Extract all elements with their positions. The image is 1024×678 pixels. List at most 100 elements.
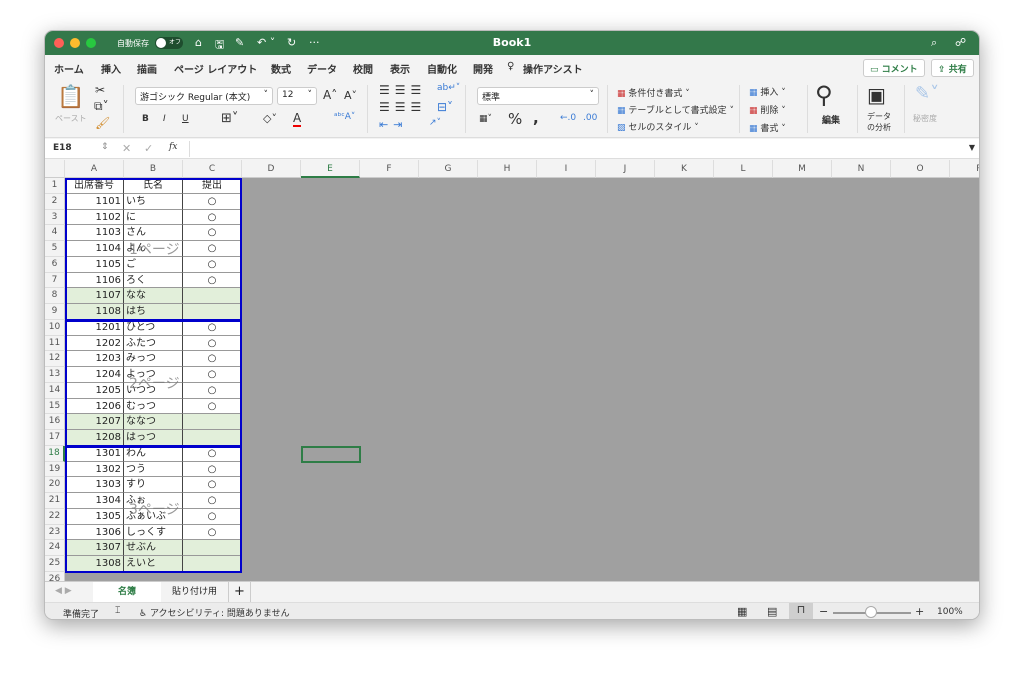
active-cell-e18[interactable] (301, 445, 361, 463)
table-cell[interactable]: よん (124, 241, 183, 257)
column-header[interactable]: P (950, 160, 979, 178)
table-cell[interactable]: 1308 (65, 556, 124, 572)
table-cell[interactable]: ○ (183, 508, 242, 525)
name-box-stepper[interactable]: ⇕ (101, 142, 109, 152)
row-header[interactable]: 11 (45, 335, 65, 352)
table-cell[interactable]: ○ (183, 319, 242, 336)
row-header[interactable]: 8 (45, 288, 65, 305)
table-cell[interactable]: ふぉ (124, 493, 183, 509)
table-cell[interactable]: ひとつ (124, 319, 183, 336)
row-header[interactable]: 7 (45, 272, 65, 289)
table-cell[interactable]: 1104 (65, 241, 124, 257)
header-cell[interactable]: 提出 (183, 178, 242, 194)
table-cell[interactable]: えいと (124, 556, 183, 572)
table-cell[interactable]: いつつ (124, 382, 183, 399)
tab-review[interactable]: 校閲 (353, 61, 373, 76)
column-header[interactable]: B (124, 160, 183, 178)
table-cell[interactable]: 1202 (65, 335, 124, 352)
indent-icons[interactable]: ⇤⇥ (379, 118, 407, 131)
row-header[interactable]: 21 (45, 493, 65, 509)
table-cell[interactable] (183, 304, 242, 320)
decrease-decimal-icon[interactable]: .00 (583, 113, 597, 123)
italic-button[interactable]: I (163, 114, 166, 124)
share-button[interactable]: ⇪ 共有 (931, 59, 974, 77)
row-header[interactable]: 16 (45, 414, 65, 431)
number-format-select[interactable]: 標準 ˅ (477, 87, 599, 105)
analyze-data-icon[interactable]: ▣ (867, 83, 886, 107)
increase-decimal-icon[interactable]: ←.0 (560, 113, 576, 123)
table-cell[interactable]: 1301 (65, 445, 124, 462)
edit-label[interactable]: 編集 (822, 113, 840, 126)
table-cell[interactable]: ○ (183, 209, 242, 226)
zoom-out-button[interactable]: − (819, 605, 828, 618)
enter-icon[interactable]: ✓ (144, 142, 153, 155)
zoom-in-button[interactable]: + (915, 605, 924, 618)
tab-automate[interactable]: 自動化 (427, 61, 457, 76)
row-header[interactable]: 10 (45, 319, 65, 336)
table-cell[interactable] (183, 556, 242, 572)
sheet-tab-meibo[interactable]: 名簿 (93, 582, 161, 602)
tab-page-layout[interactable]: ページ レイアウト (174, 61, 257, 76)
table-cell[interactable]: ふぁいぶ (124, 508, 183, 525)
table-cell[interactable]: 1304 (65, 493, 124, 509)
row-header[interactable]: 24 (45, 540, 65, 557)
page-layout-view-icon[interactable]: ▤ (767, 605, 777, 618)
tab-draw[interactable]: 描画 (137, 61, 157, 76)
table-cell[interactable]: 1105 (65, 256, 124, 273)
tell-me[interactable]: 操作アシスト (523, 61, 583, 76)
zoom-level[interactable]: 100% (937, 607, 963, 617)
row-header[interactable]: 1 (45, 178, 65, 194)
table-cell[interactable]: ○ (183, 398, 242, 415)
fill-color-icon[interactable]: ◇˅ (263, 112, 277, 125)
row-header[interactable]: 3 (45, 209, 65, 226)
table-cell[interactable]: むっつ (124, 398, 183, 415)
accessibility-button[interactable]: ♿ アクセシビリティ: 問題ありません (139, 606, 290, 619)
row-header[interactable]: 5 (45, 241, 65, 257)
table-cell[interactable]: 1302 (65, 461, 124, 478)
table-cell[interactable]: 1101 (65, 193, 124, 210)
tab-view[interactable]: 表示 (390, 61, 410, 76)
table-cell[interactable]: 1107 (65, 288, 124, 305)
table-cell[interactable]: なな (124, 288, 183, 305)
table-cell[interactable]: よっつ (124, 367, 183, 383)
table-cell[interactable]: 1207 (65, 414, 124, 431)
table-cell[interactable]: ○ (183, 382, 242, 399)
table-cell[interactable]: わん (124, 445, 183, 462)
row-header[interactable]: 13 (45, 367, 65, 383)
table-cell[interactable]: 1106 (65, 272, 124, 289)
table-cell[interactable]: 1201 (65, 319, 124, 336)
tab-formulas[interactable]: 数式 (271, 61, 291, 76)
find-icon[interactable]: ⚲ (815, 81, 833, 109)
sensitivity-icon[interactable]: ✎˅ (915, 83, 939, 104)
column-header[interactable]: E (301, 160, 360, 178)
table-cell[interactable]: 1103 (65, 225, 124, 242)
table-cell[interactable]: 1205 (65, 382, 124, 399)
normal-view-icon[interactable]: ▦ (737, 605, 747, 618)
table-cell[interactable]: 1208 (65, 430, 124, 446)
page-break-view-icon[interactable]: ⊓ (789, 603, 813, 619)
table-cell[interactable]: ご (124, 256, 183, 273)
expand-formula-icon[interactable]: ▼ (969, 143, 975, 152)
column-header[interactable]: A (65, 160, 124, 178)
macro-record-icon[interactable]: ⌶ (115, 606, 120, 616)
delete-cells-button[interactable]: ▦ 削除 ˅ (749, 103, 786, 116)
row-header[interactable]: 25 (45, 556, 65, 572)
column-header[interactable]: J (596, 160, 655, 178)
worksheet-grid[interactable]: ABCDEFGHIJKLMNOP123456789101112131415161… (45, 160, 979, 581)
row-header[interactable]: 19 (45, 461, 65, 478)
table-cell[interactable]: ○ (183, 225, 242, 242)
bold-button[interactable]: B (142, 114, 149, 124)
table-cell[interactable]: ○ (183, 524, 242, 541)
table-cell[interactable]: 1204 (65, 367, 124, 383)
table-cell[interactable]: 1108 (65, 304, 124, 320)
row-header[interactable]: 15 (45, 398, 65, 415)
format-cells-button[interactable]: ▦ 書式 ˅ (749, 121, 786, 134)
merge-icon[interactable]: ⊟˅ (437, 100, 453, 114)
conditional-format-button[interactable]: ▦ 条件付き書式 ˅ (617, 86, 690, 99)
table-cell[interactable]: みっつ (124, 351, 183, 368)
table-cell[interactable]: はっつ (124, 430, 183, 446)
table-cell[interactable]: 1303 (65, 477, 124, 494)
table-cell[interactable] (183, 430, 242, 446)
cancel-icon[interactable]: ✕ (122, 142, 131, 155)
sheet-tab-paste[interactable]: 貼り付け用 (161, 582, 229, 602)
